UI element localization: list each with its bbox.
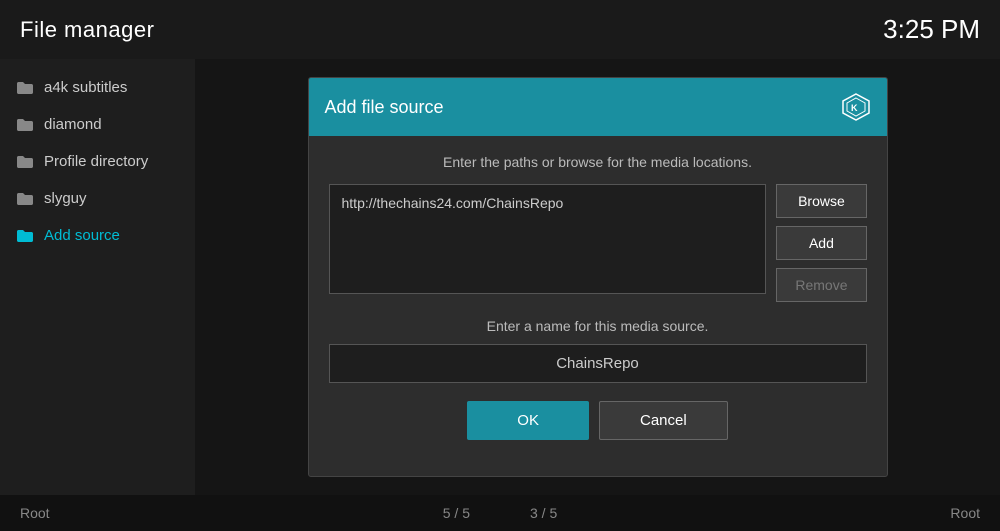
path-value: http://thechains24.com/ChainsRepo xyxy=(342,195,564,211)
footer-left: Root xyxy=(20,505,50,521)
sidebar-item-slyguy[interactable]: slyguy xyxy=(0,180,195,217)
path-input[interactable]: http://thechains24.com/ChainsRepo xyxy=(329,184,767,294)
folder-icon xyxy=(16,229,34,243)
cancel-button[interactable]: Cancel xyxy=(599,401,728,440)
add-button[interactable]: Add xyxy=(776,226,866,260)
name-value: ChainsRepo xyxy=(556,355,639,372)
footer-center-right: 3 / 5 xyxy=(530,505,557,521)
svg-text:K: K xyxy=(851,103,858,113)
add-file-source-dialog: Add file source K Enter the paths or bro… xyxy=(308,77,888,477)
folder-icon xyxy=(16,155,34,169)
name-subtitle: Enter a name for this media source. xyxy=(329,318,867,334)
footer-bar: Root 5 / 5 3 / 5 Root xyxy=(0,495,1000,531)
sidebar-item-label: Profile directory xyxy=(44,153,148,170)
dialog-body: Enter the paths or browse for the media … xyxy=(309,136,887,476)
sidebar-item-label: slyguy xyxy=(44,190,87,207)
app-title: File manager xyxy=(20,17,154,43)
folder-icon xyxy=(16,118,34,132)
header: File manager 3:25 PM xyxy=(0,0,1000,59)
browse-button[interactable]: Browse xyxy=(776,184,866,218)
sidebar: a4k subtitles diamond Profile directory … xyxy=(0,59,195,495)
dialog-path-subtitle: Enter the paths or browse for the media … xyxy=(329,154,867,170)
footer-center-left: 5 / 5 xyxy=(443,505,470,521)
dialog-header: Add file source K xyxy=(309,78,887,136)
sidebar-item-profile-directory[interactable]: Profile directory xyxy=(0,143,195,180)
sidebar-item-a4k-subtitles[interactable]: a4k subtitles xyxy=(0,69,195,106)
name-input[interactable]: ChainsRepo xyxy=(329,344,867,383)
sidebar-item-label: a4k subtitles xyxy=(44,79,127,96)
path-row: http://thechains24.com/ChainsRepo Browse… xyxy=(329,184,867,302)
main-layout: a4k subtitles diamond Profile directory … xyxy=(0,59,1000,495)
dialog-footer: OK Cancel xyxy=(329,401,867,458)
dialog-title: Add file source xyxy=(325,97,444,118)
sidebar-item-label: Add source xyxy=(44,227,120,244)
footer-right: Root xyxy=(950,505,980,521)
folder-icon xyxy=(16,81,34,95)
folder-icon xyxy=(16,192,34,206)
footer-center: 5 / 5 3 / 5 xyxy=(443,505,558,521)
path-buttons: Browse Add Remove xyxy=(776,184,866,302)
ok-button[interactable]: OK xyxy=(467,401,589,440)
sidebar-item-add-source[interactable]: Add source xyxy=(0,217,195,254)
remove-button[interactable]: Remove xyxy=(776,268,866,302)
content-area: Add file source K Enter the paths or bro… xyxy=(195,59,1000,495)
clock: 3:25 PM xyxy=(883,14,980,45)
sidebar-item-diamond[interactable]: diamond xyxy=(0,106,195,143)
kodi-logo-icon: K xyxy=(841,92,871,122)
dialog-overlay: Add file source K Enter the paths or bro… xyxy=(195,59,1000,495)
sidebar-item-label: diamond xyxy=(44,116,102,133)
